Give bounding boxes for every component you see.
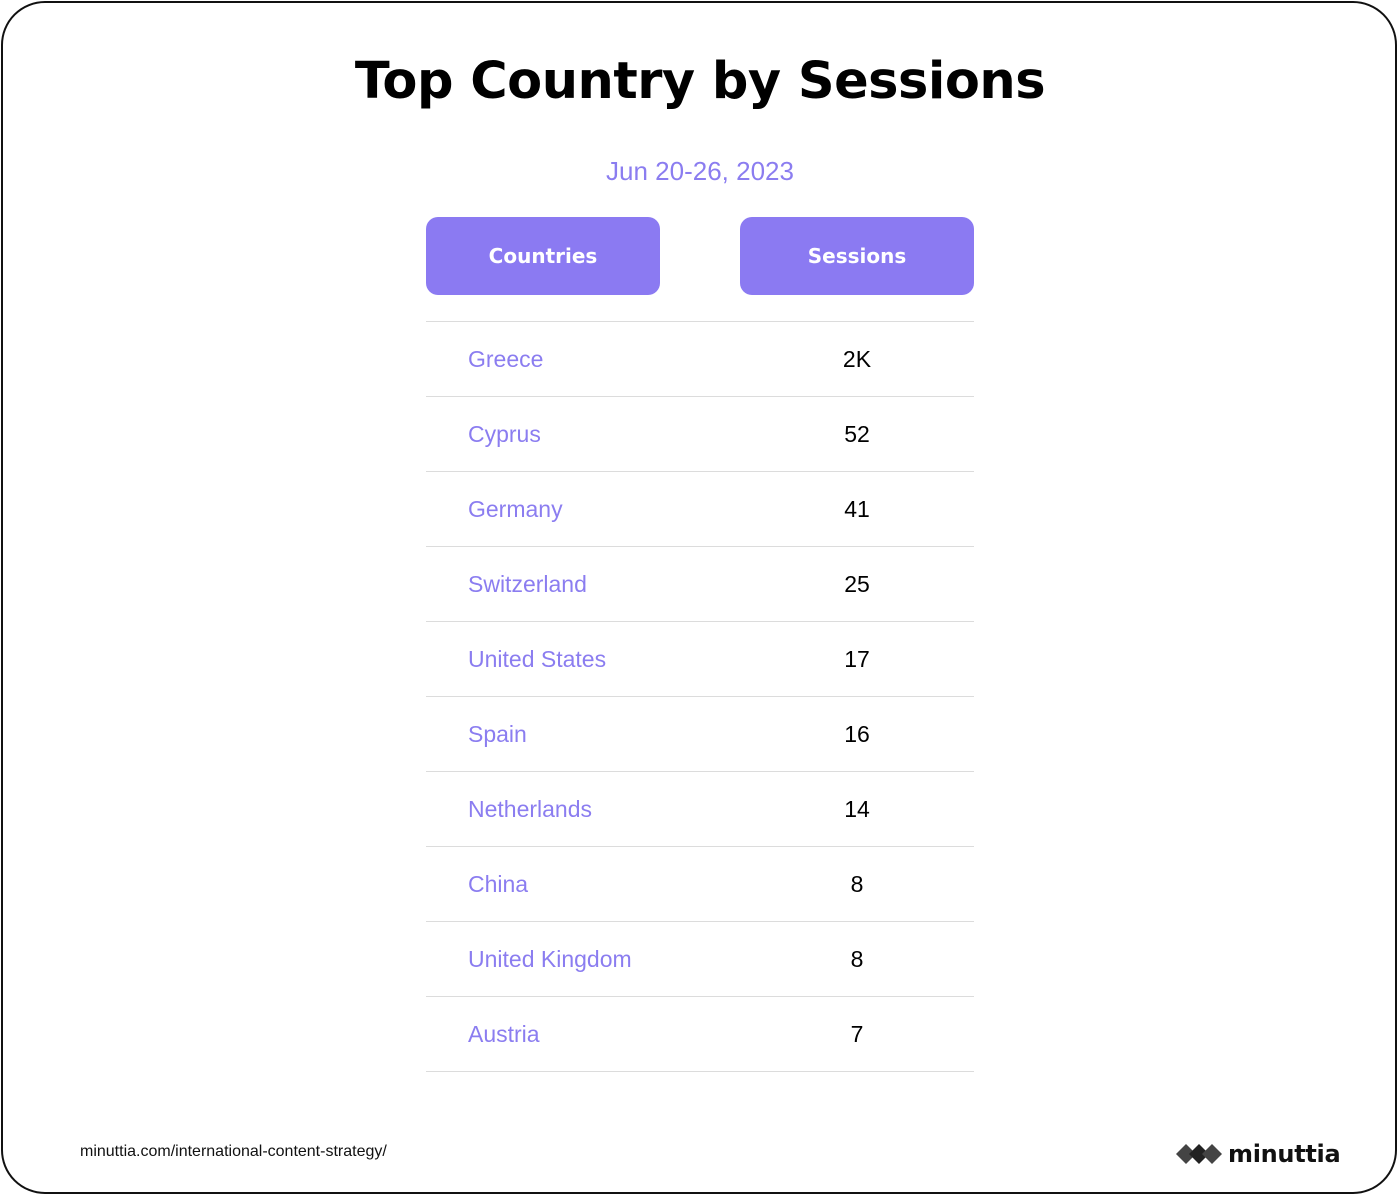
country-cell: Cyprus bbox=[468, 421, 541, 447]
chart-title: Top Country by Sessions bbox=[354, 52, 1046, 111]
sessions-cell: 8 bbox=[850, 871, 864, 897]
country-cell: United Kingdom bbox=[468, 946, 632, 972]
sessions-cell: 7 bbox=[850, 1021, 864, 1047]
sessions-cell: 8 bbox=[850, 946, 864, 972]
table-row: Greece 2K bbox=[426, 321, 974, 396]
table-row: Germany 41 bbox=[426, 471, 974, 546]
country-cell: Switzerland bbox=[468, 571, 587, 597]
table-row: Switzerland 25 bbox=[426, 546, 974, 621]
sessions-cell: 52 bbox=[844, 421, 870, 447]
sessions-cell: 14 bbox=[844, 796, 870, 822]
brand-logo: minuttia bbox=[1176, 1136, 1341, 1172]
table-row: United States 17 bbox=[426, 621, 974, 696]
footer-url: minuttia.com/international-content-strat… bbox=[80, 1143, 387, 1160]
country-cell: Germany bbox=[468, 496, 563, 522]
sessions-table: Greece 2K Cyprus 52 Germany 41 Switzerland 25 Un… bbox=[426, 321, 974, 1072]
table-row: Spain 16 bbox=[426, 696, 974, 771]
sessions-cell: 25 bbox=[844, 571, 870, 597]
sessions-cell: 2K bbox=[842, 346, 872, 372]
table-row: Austria 7 bbox=[426, 996, 974, 1072]
country-cell: Austria bbox=[468, 1021, 540, 1047]
table-row: Netherlands 14 bbox=[426, 771, 974, 846]
table-row: China 8 bbox=[426, 846, 974, 921]
countries-column-header: Countries bbox=[426, 217, 660, 295]
country-cell: China bbox=[468, 871, 529, 897]
country-cell: Spain bbox=[468, 721, 527, 747]
sessions-cell: 41 bbox=[844, 496, 870, 522]
sessions-cell: 17 bbox=[844, 646, 870, 672]
date-range: Jun 20-26, 2023 bbox=[606, 156, 794, 186]
table-row: Cyprus 52 bbox=[426, 396, 974, 471]
logo-text: minuttia bbox=[1228, 1140, 1341, 1168]
table-row: United Kingdom 8 bbox=[426, 921, 974, 996]
sessions-column-header: Sessions bbox=[740, 217, 974, 295]
sessions-cell: 16 bbox=[844, 721, 870, 747]
country-cell: Greece bbox=[468, 346, 544, 372]
diamonds-logo-icon bbox=[1176, 1144, 1222, 1164]
country-cell: United States bbox=[468, 646, 607, 672]
country-cell: Netherlands bbox=[468, 796, 593, 822]
